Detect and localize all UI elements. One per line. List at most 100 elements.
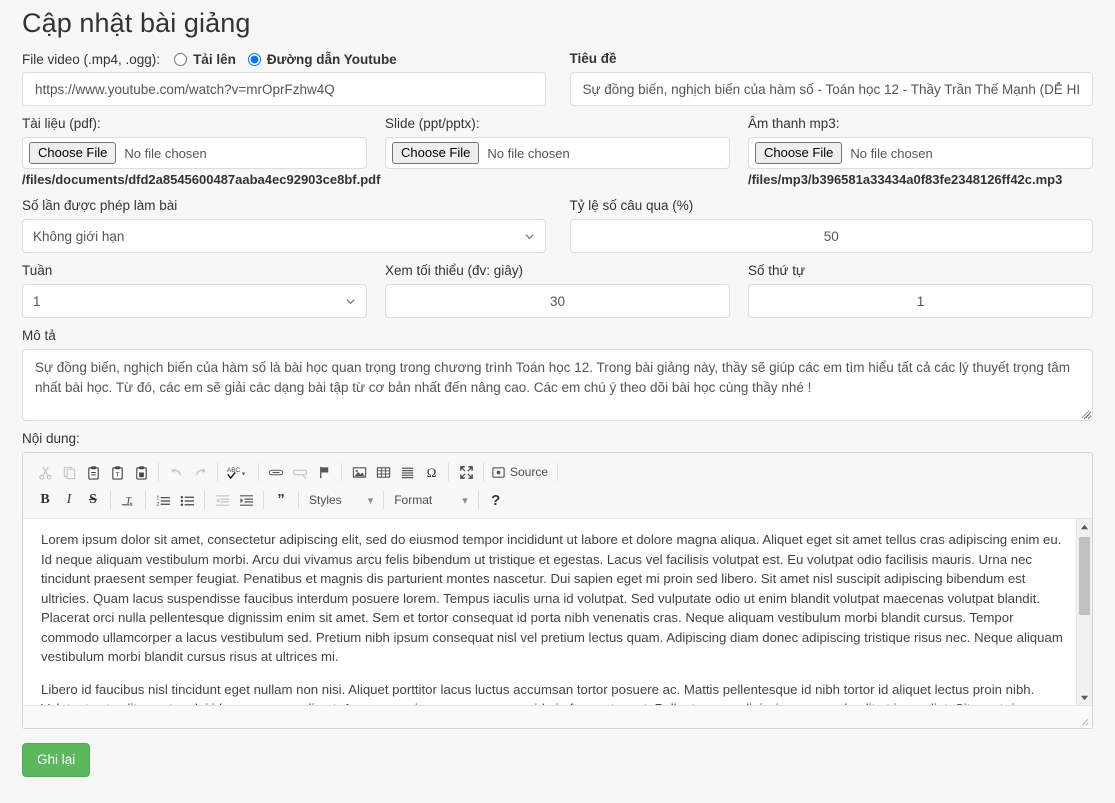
decrease-indent-icon[interactable] — [210, 489, 234, 511]
toolbar-separator — [448, 463, 449, 481]
cut-icon[interactable] — [33, 461, 57, 483]
editor-footer — [23, 706, 1092, 728]
editor-content[interactable]: Lorem ipsum dolor sit amet, consectetur … — [23, 519, 1092, 706]
attempts-select-wrap: Không giới hạn — [22, 219, 546, 253]
order-column: Số thứ tự — [736, 253, 1093, 318]
table-icon[interactable] — [371, 461, 395, 483]
blockquote-icon[interactable]: ” — [269, 489, 293, 511]
attempts-label: Số lần được phép làm bài — [22, 197, 546, 214]
slide-choose-file-button[interactable]: Choose File — [392, 142, 479, 164]
toolbar-separator — [217, 463, 218, 481]
special-char-icon[interactable]: Ω — [419, 461, 443, 483]
format-dropdown[interactable]: Format ▾ — [389, 489, 473, 511]
video-source-label-row: File video (.mp4, .ogg): Tải lên Đường d… — [22, 52, 546, 67]
strikethrough-icon[interactable]: S — [81, 489, 105, 511]
increase-indent-icon[interactable] — [234, 489, 258, 511]
pass-rate-column: Tỷ lệ số câu qua (%) — [558, 188, 1094, 253]
unlink-icon[interactable] — [288, 461, 312, 483]
toolbar-separator — [110, 491, 111, 509]
toolbar-separator — [383, 491, 384, 509]
anchor-flag-icon[interactable] — [312, 461, 336, 483]
mp3-file-name: No file chosen — [850, 146, 932, 161]
styles-label: Styles — [309, 493, 342, 507]
styles-dropdown[interactable]: Styles ▾ — [304, 489, 378, 511]
rich-text-editor: T ABC — [22, 452, 1093, 729]
editor-scrollbar[interactable] — [1076, 519, 1092, 705]
attempts-select[interactable]: Không giới hạn — [22, 219, 546, 253]
mp3-existing-path: /files/mp3/b396581a33434a0f83fe2348126ff… — [748, 172, 1093, 188]
description-label: Mô tả — [22, 327, 1093, 344]
radio-youtube[interactable] — [248, 53, 261, 66]
week-label: Tuần — [22, 262, 367, 279]
scroll-down-icon[interactable] — [1077, 690, 1092, 705]
description-textarea[interactable] — [22, 349, 1093, 421]
horizontal-rule-icon[interactable] — [395, 461, 419, 483]
title-column: Tiêu đề — [558, 41, 1094, 106]
toolbar-separator — [158, 463, 159, 481]
mp3-column: Âm thanh mp3: Choose File No file chosen… — [736, 106, 1093, 188]
page-title: Cập nhật bài giảng — [22, 0, 1093, 41]
file-upload-row: Tài liệu (pdf): Choose File No file chos… — [22, 106, 1093, 188]
radio-upload[interactable] — [174, 53, 187, 66]
save-button[interactable]: Ghi lại — [22, 743, 90, 777]
spell-check-icon[interactable]: ABC — [223, 461, 253, 483]
editor-body[interactable]: Lorem ipsum dolor sit amet, consectetur … — [23, 519, 1092, 706]
format-label: Format — [394, 493, 432, 507]
toolbar-separator — [298, 491, 299, 509]
remove-format-icon[interactable]: Tx — [116, 489, 140, 511]
min-watch-input[interactable] — [385, 284, 730, 318]
source-button[interactable]: Source — [489, 461, 552, 483]
paste-from-word-icon[interactable] — [129, 461, 153, 483]
paste-icon[interactable] — [81, 461, 105, 483]
mp3-file-input[interactable]: Choose File No file chosen — [748, 137, 1093, 169]
video-title-row: File video (.mp4, .ogg): Tải lên Đường d… — [22, 41, 1093, 106]
bold-icon[interactable]: B — [33, 489, 57, 511]
redo-icon[interactable] — [188, 461, 212, 483]
paste-as-text-icon[interactable]: T — [105, 461, 129, 483]
pdf-file-name: No file chosen — [124, 146, 206, 161]
pdf-choose-file-button[interactable]: Choose File — [29, 142, 116, 164]
toolbar-separator — [483, 463, 484, 481]
description-section: Mô tả — [22, 327, 1093, 421]
pdf-existing-path: /files/documents/dfd2a8545600487aaba4ec9… — [22, 172, 367, 188]
order-input[interactable] — [748, 284, 1093, 318]
toolbar-separator — [204, 491, 205, 509]
copy-icon[interactable] — [57, 461, 81, 483]
title-label: Tiêu đề — [570, 50, 1094, 67]
editor-resize-handle-icon[interactable] — [1079, 716, 1089, 726]
undo-icon[interactable] — [164, 461, 188, 483]
image-icon[interactable] — [347, 461, 371, 483]
editor-toolbar-container: T ABC — [23, 453, 1092, 519]
editor-paragraph: Libero id faucibus nisl tincidunt eget n… — [41, 680, 1066, 707]
title-input[interactable] — [570, 72, 1094, 106]
resize-handle-icon[interactable] — [1078, 407, 1090, 419]
lecture-update-page: Cập nhật bài giảng File video (.mp4, .og… — [0, 0, 1115, 803]
description-textarea-wrap — [22, 349, 1093, 421]
radio-youtube-label: Đường dẫn Youtube — [267, 52, 397, 67]
week-select-wrap: 1 — [22, 284, 367, 318]
slide-label: Slide (ppt/pptx): — [385, 115, 730, 132]
slide-file-input[interactable]: Choose File No file chosen — [385, 137, 730, 169]
help-icon[interactable]: ? — [484, 489, 508, 511]
pdf-file-input[interactable]: Choose File No file chosen — [22, 137, 367, 169]
editor-paragraph: Lorem ipsum dolor sit amet, consectetur … — [41, 530, 1066, 667]
toolbar-separator — [478, 491, 479, 509]
svg-text:Ω: Ω — [426, 465, 436, 480]
bulleted-list-icon[interactable] — [175, 489, 199, 511]
source-label: Source — [510, 465, 548, 479]
toolbar-separator — [145, 491, 146, 509]
week-select[interactable]: 1 — [22, 284, 367, 318]
pdf-label: Tài liệu (pdf): — [22, 115, 367, 132]
mp3-choose-file-button[interactable]: Choose File — [755, 142, 842, 164]
numbered-list-icon[interactable]: 12 — [151, 489, 175, 511]
maximize-icon[interactable] — [454, 461, 478, 483]
link-icon[interactable] — [264, 461, 288, 483]
pass-rate-input[interactable] — [570, 219, 1094, 253]
italic-icon[interactable]: I — [57, 489, 81, 511]
youtube-url-input[interactable] — [22, 72, 546, 106]
content-label: Nội dung: — [22, 430, 1093, 447]
scroll-up-icon[interactable] — [1077, 519, 1092, 534]
video-source-radio-group[interactable]: Tải lên Đường dẫn Youtube — [166, 52, 397, 67]
svg-text:x: x — [129, 501, 133, 508]
scrollbar-thumb[interactable] — [1079, 537, 1090, 615]
